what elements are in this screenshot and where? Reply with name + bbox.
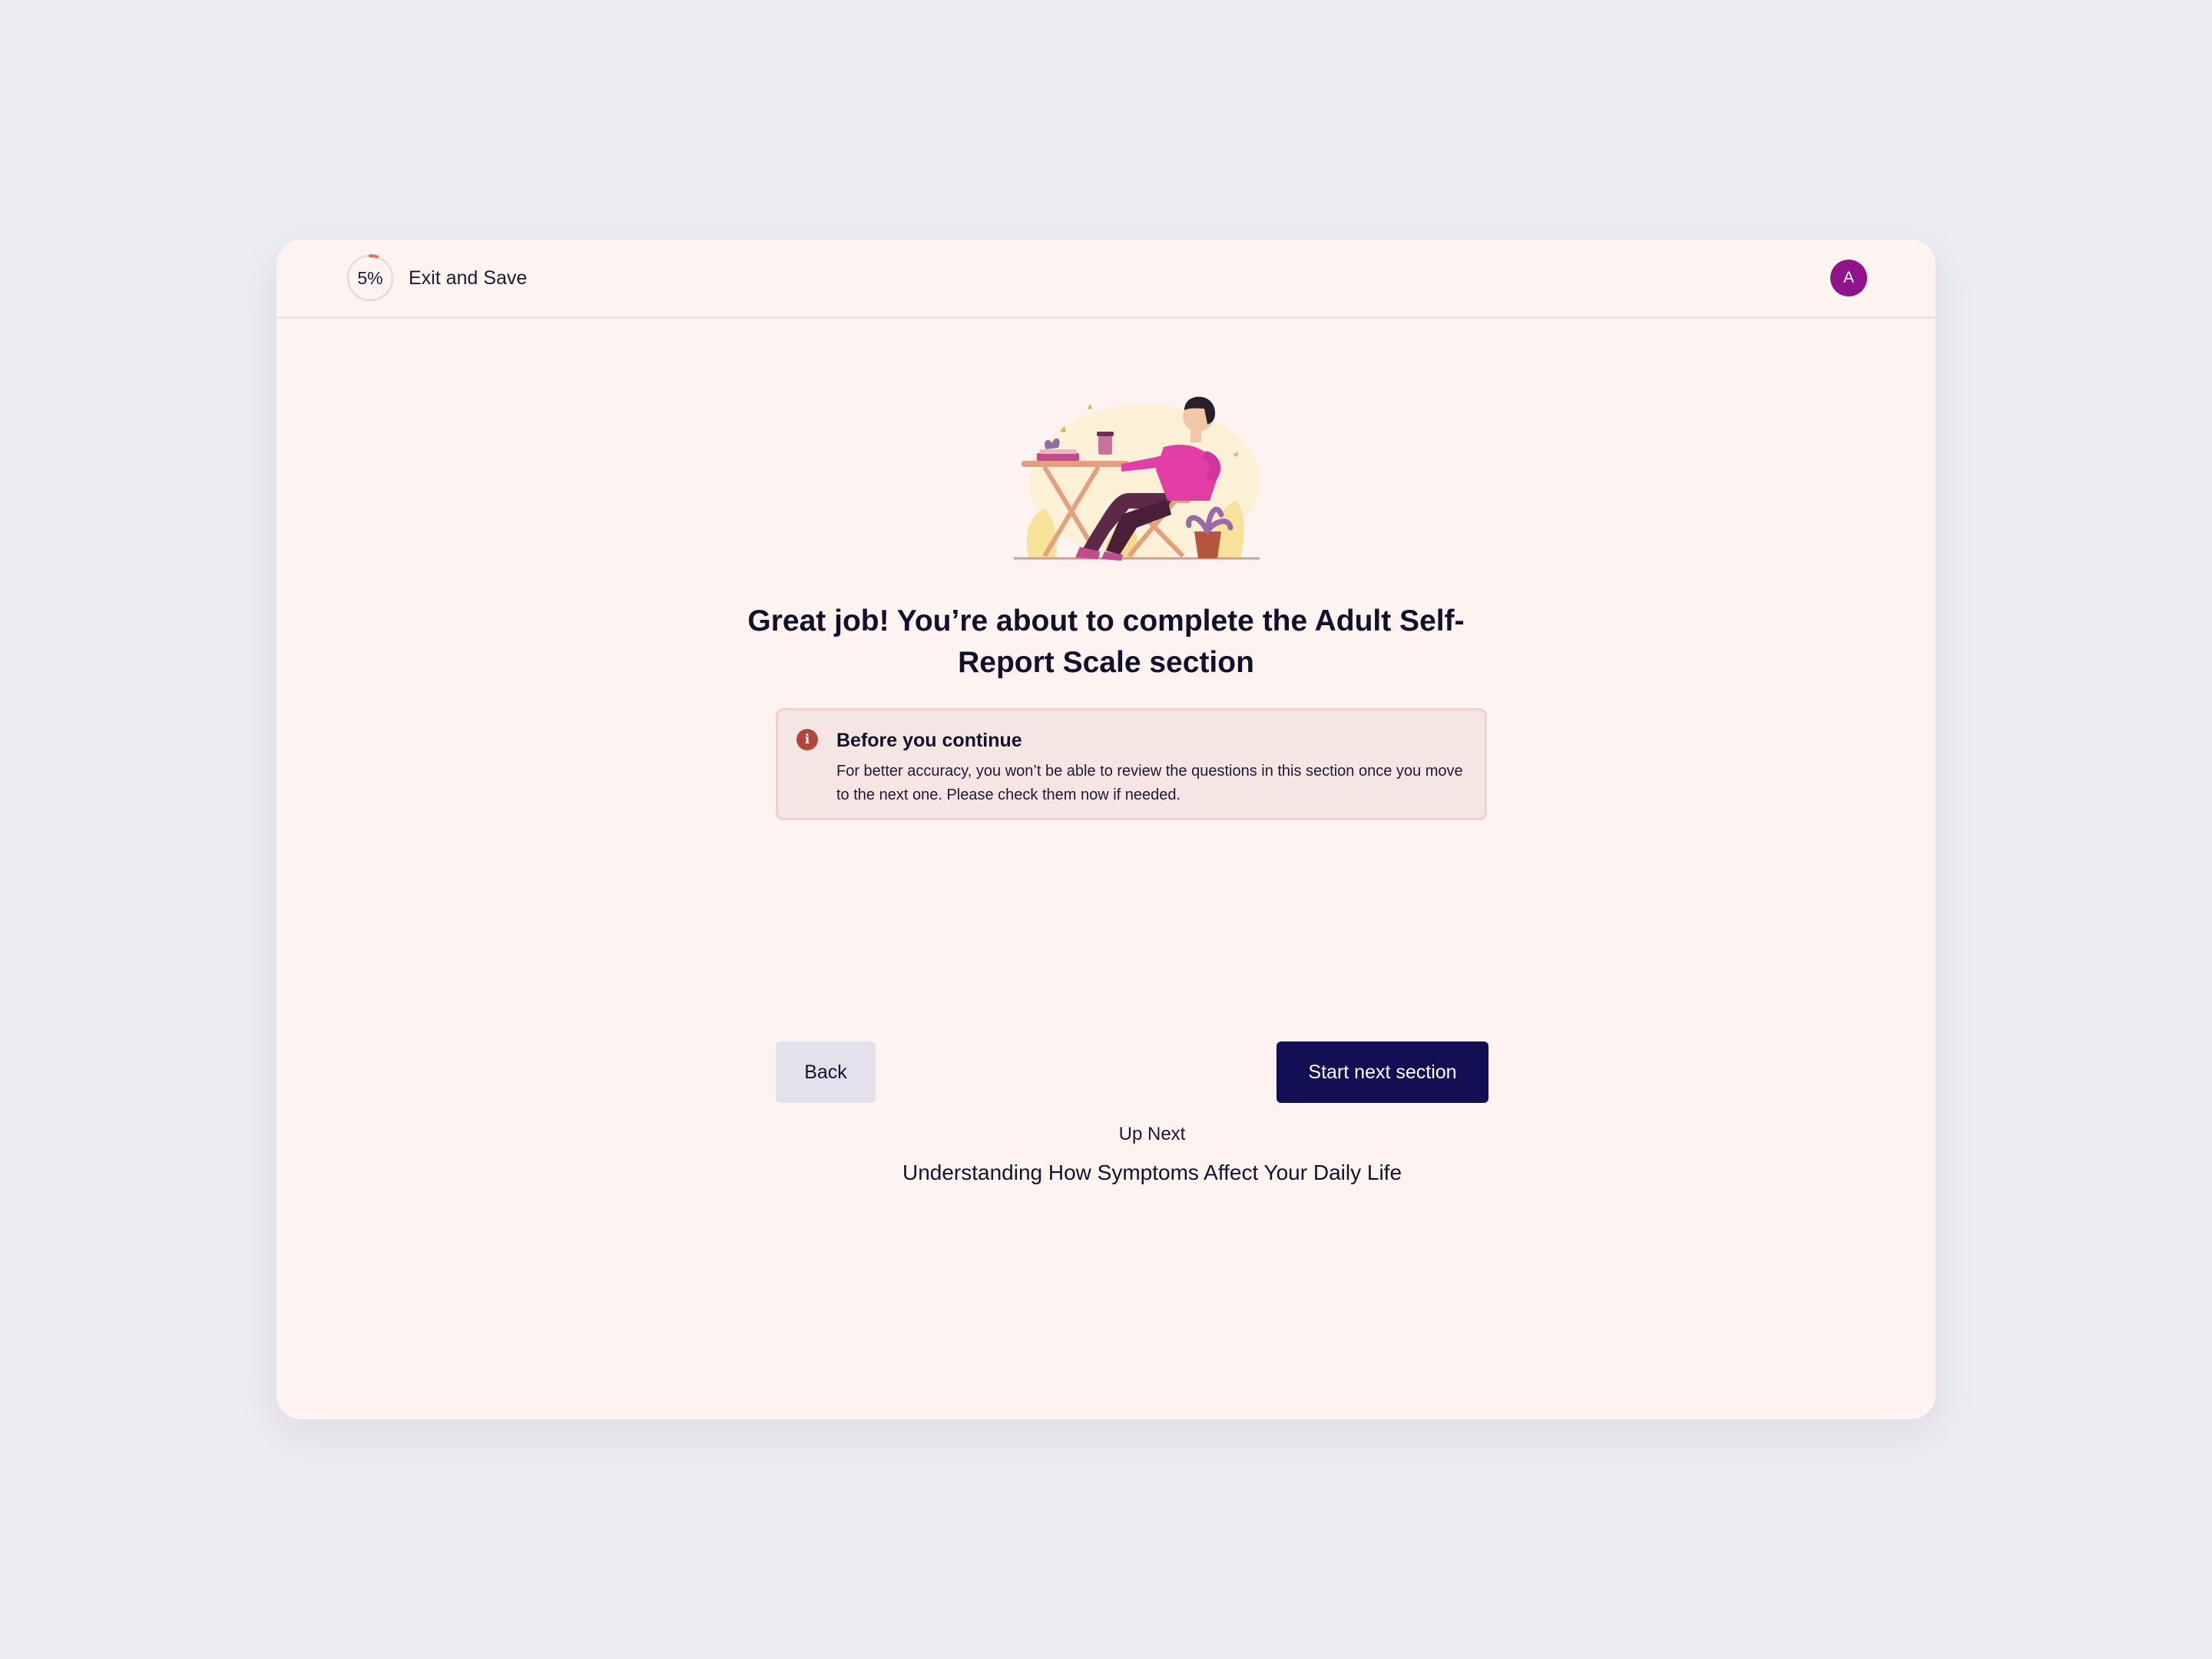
warning-notice: i Before you continue For better accurac… [776, 708, 1487, 820]
page-title: Great job! You’re about to complete the … [747, 604, 1465, 679]
exit-and-save-link[interactable]: Exit and Save [409, 264, 527, 292]
section-complete-card: 5% Exit and Save A Great job! You’re abo… [276, 240, 1936, 1419]
notice-body: For better accuracy, you won’t be able t… [836, 763, 1463, 803]
progress-percent: 5% [357, 268, 383, 288]
top-bar: 5% Exit and Save A [276, 240, 1936, 319]
avatar[interactable]: A [1830, 260, 1867, 296]
back-button[interactable]: Back [776, 1041, 876, 1103]
progress-indicator: 5% [346, 253, 395, 303]
info-icon: i [796, 729, 818, 750]
person-relaxing-illustration [1014, 396, 1260, 561]
notice-title: Before you continue [836, 730, 1022, 751]
up-next-label: Up Next [1118, 1124, 1186, 1144]
start-next-section-button[interactable]: Start next section [1277, 1041, 1488, 1103]
up-next-section-title: Understanding How Symptoms Affect Your D… [902, 1161, 1402, 1184]
